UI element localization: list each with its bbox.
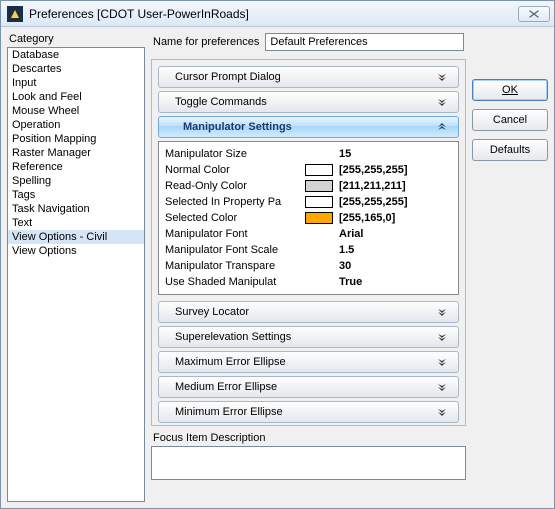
section-label: Minimum Error Ellipse <box>175 406 436 418</box>
category-item[interactable]: Position Mapping <box>8 132 144 146</box>
pref-name-row: Name for preferences <box>151 33 466 59</box>
prop-value: [255,255,255] <box>339 196 408 208</box>
prop-key: Manipulator Font <box>165 228 305 240</box>
focus-item-label: Focus Item Description <box>151 432 466 446</box>
section-max-error-ellipse[interactable]: Maximum Error Ellipse <box>158 351 459 373</box>
chevron-down-icon <box>436 71 450 83</box>
chevron-down-icon <box>436 406 450 418</box>
chevron-down-icon <box>436 331 450 343</box>
section-label: Cursor Prompt Dialog <box>175 71 436 83</box>
prop-value: 30 <box>339 260 351 272</box>
focus-item-block: Focus Item Description <box>151 432 466 480</box>
color-swatch <box>305 212 333 224</box>
prop-value: [255,255,255] <box>339 164 408 176</box>
section-min-error-ellipse[interactable]: Minimum Error Ellipse <box>158 401 459 423</box>
category-item[interactable]: Input <box>8 76 144 90</box>
color-swatch <box>305 180 333 192</box>
row-selected-in-prop-color[interactable]: Selected In Property Pa [255,255,255] <box>165 194 452 210</box>
category-item[interactable]: Reference <box>8 160 144 174</box>
prop-key: Manipulator Font Scale <box>165 244 305 256</box>
row-selected-color[interactable]: Selected Color [255,165,0] <box>165 210 452 226</box>
category-panel: Category DatabaseDescartesInputLook and … <box>7 33 145 502</box>
color-swatch <box>305 196 333 208</box>
category-item[interactable]: Spelling <box>8 174 144 188</box>
prop-value: [211,211,211] <box>339 180 406 192</box>
row-use-shaded-manipulator[interactable]: Use Shaded Manipulat True <box>165 274 452 290</box>
row-manipulator-transparency[interactable]: Manipulator Transpare 30 <box>165 258 452 274</box>
category-item[interactable]: Task Navigation <box>8 202 144 216</box>
titlebar: Preferences [CDOT User-PowerInRoads] <box>1 1 554 27</box>
chevron-down-icon <box>436 306 450 318</box>
focus-item-description <box>151 446 466 480</box>
category-item[interactable]: Tags <box>8 188 144 202</box>
section-survey-locator[interactable]: Survey Locator <box>158 301 459 323</box>
prop-key: Manipulator Size <box>165 148 305 160</box>
manipulator-settings-body: Manipulator Size 15 Normal Color [255,25… <box>158 141 459 295</box>
category-item[interactable]: Database <box>8 48 144 62</box>
prop-key: Use Shaded Manipulat <box>165 276 305 288</box>
prop-key: Read-Only Color <box>165 180 305 192</box>
client-area: Category DatabaseDescartesInputLook and … <box>1 27 554 508</box>
row-manipulator-font-scale[interactable]: Manipulator Font Scale 1.5 <box>165 242 452 258</box>
category-item[interactable]: Look and Feel <box>8 90 144 104</box>
section-label: Medium Error Ellipse <box>175 381 436 393</box>
chevron-up-icon <box>436 121 450 133</box>
section-label: Maximum Error Ellipse <box>175 356 436 368</box>
row-readonly-color[interactable]: Read-Only Color [211,211,211] <box>165 178 452 194</box>
button-label: Cancel <box>493 114 527 126</box>
chevron-down-icon <box>436 96 450 108</box>
prop-value: 1.5 <box>339 244 354 256</box>
pref-name-input[interactable] <box>265 33 464 51</box>
window-close-button[interactable] <box>518 6 550 22</box>
category-item[interactable]: Descartes <box>8 62 144 76</box>
prop-value: [255,165,0] <box>339 212 395 224</box>
prop-key: Manipulator Transpare <box>165 260 305 272</box>
section-superelevation[interactable]: Superelevation Settings <box>158 326 459 348</box>
category-list[interactable]: DatabaseDescartesInputLook and FeelMouse… <box>7 47 145 502</box>
prop-key: Selected In Property Pa <box>165 196 305 208</box>
preferences-window: Preferences [CDOT User-PowerInRoads] Cat… <box>0 0 555 509</box>
button-label: Defaults <box>490 144 530 156</box>
prop-key: Selected Color <box>165 212 305 224</box>
button-column: OK Cancel Defaults <box>472 33 548 502</box>
section-label: Manipulator Settings <box>183 121 436 133</box>
prop-key: Normal Color <box>165 164 305 176</box>
category-item[interactable]: View Options <box>8 244 144 258</box>
chevron-down-icon <box>436 381 450 393</box>
row-normal-color[interactable]: Normal Color [255,255,255] <box>165 162 452 178</box>
color-swatch <box>305 164 333 176</box>
section-cursor-prompt[interactable]: Cursor Prompt Dialog <box>158 66 459 88</box>
category-label: Category <box>7 33 145 47</box>
ok-button[interactable]: OK <box>472 79 548 101</box>
row-manipulator-size[interactable]: Manipulator Size 15 <box>165 146 452 162</box>
prop-value: 15 <box>339 148 351 160</box>
main-panel: Name for preferences Cursor Prompt Dialo… <box>151 33 466 502</box>
prop-value: True <box>339 276 362 288</box>
chevron-down-icon <box>436 356 450 368</box>
prop-value: Arial <box>339 228 363 240</box>
section-toggle-commands[interactable]: Toggle Commands <box>158 91 459 113</box>
section-stack: Cursor Prompt Dialog Toggle Commands Man… <box>151 59 466 426</box>
section-med-error-ellipse[interactable]: Medium Error Ellipse <box>158 376 459 398</box>
app-icon <box>7 6 23 22</box>
row-manipulator-font[interactable]: Manipulator Font Arial <box>165 226 452 242</box>
section-label: Toggle Commands <box>175 96 436 108</box>
section-label: Survey Locator <box>175 306 436 318</box>
cancel-button[interactable]: Cancel <box>472 109 548 131</box>
button-label: OK <box>502 84 518 96</box>
section-label: Superelevation Settings <box>175 331 436 343</box>
defaults-button[interactable]: Defaults <box>472 139 548 161</box>
category-item[interactable]: Operation <box>8 118 144 132</box>
window-title: Preferences [CDOT User-PowerInRoads] <box>29 7 518 21</box>
category-item[interactable]: View Options - Civil <box>8 230 144 244</box>
section-manipulator-settings[interactable]: Manipulator Settings <box>158 116 459 138</box>
pref-name-label: Name for preferences <box>153 36 259 48</box>
category-item[interactable]: Raster Manager <box>8 146 144 160</box>
category-item[interactable]: Text <box>8 216 144 230</box>
category-item[interactable]: Mouse Wheel <box>8 104 144 118</box>
